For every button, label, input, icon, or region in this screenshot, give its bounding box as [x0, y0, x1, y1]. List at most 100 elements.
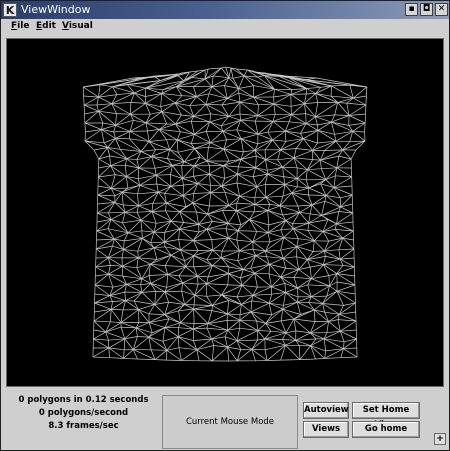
- mesh-edge: [221, 237, 229, 252]
- menu-edit[interactable]: Edit: [36, 21, 56, 31]
- mesh-edge: [140, 149, 156, 152]
- mesh-edge: [101, 129, 105, 143]
- mesh-edge: [147, 129, 160, 132]
- minimize-button[interactable]: ▪: [405, 3, 418, 16]
- mesh-edge: [236, 210, 255, 213]
- mesh-edge: [140, 284, 143, 293]
- mesh-edge: [135, 327, 150, 338]
- mesh-edge: [267, 130, 286, 133]
- mesh-edge: [105, 326, 122, 333]
- mesh-edge: [306, 159, 314, 170]
- mesh-edge: [293, 277, 312, 280]
- 3d-viewport[interactable]: [6, 38, 444, 387]
- mesh-edge: [206, 276, 209, 284]
- mesh-edge: [296, 302, 301, 315]
- mesh-edge: [256, 186, 267, 198]
- mesh-edge: [335, 175, 352, 178]
- mesh-edge: [100, 84, 113, 88]
- maximize-button[interactable]: ◘: [420, 3, 433, 16]
- mesh-edge: [252, 286, 272, 296]
- mesh-edge: [321, 206, 341, 216]
- mesh-edge: [175, 120, 192, 125]
- mesh-edge: [267, 224, 270, 233]
- mesh-edge: [150, 241, 165, 244]
- mesh-edge: [267, 166, 283, 175]
- mesh-edge: [95, 266, 109, 275]
- mesh-edge: [123, 338, 126, 350]
- menu-visual-label: isual: [68, 21, 93, 31]
- mesh-edge: [241, 295, 254, 305]
- mesh-edge: [285, 287, 298, 293]
- mesh-edge: [310, 345, 326, 352]
- go-home-button[interactable]: Go home: [352, 421, 420, 438]
- mesh-edge: [93, 320, 111, 323]
- menu-file[interactable]: File: [11, 21, 29, 31]
- mesh-edge: [298, 269, 312, 279]
- mesh-edge: [120, 309, 124, 323]
- mesh-edge: [323, 264, 344, 266]
- mesh-edge: [122, 222, 129, 233]
- mesh-edge: [210, 184, 222, 187]
- mouse-mode-panel: Current Mouse Mode: [162, 395, 298, 449]
- mesh-edge: [331, 84, 350, 87]
- mesh-edge: [145, 122, 148, 132]
- close-button[interactable]: ✕: [435, 3, 448, 16]
- mesh-edge: [296, 148, 313, 151]
- mesh-edge: [190, 134, 195, 144]
- mesh-edge: [120, 309, 139, 323]
- mesh-edge: [150, 254, 172, 265]
- mesh-edge: [137, 193, 139, 206]
- mesh-edge: [166, 195, 184, 204]
- mesh-edge: [312, 240, 315, 252]
- mesh-edge: [223, 165, 225, 179]
- mesh-edge: [272, 139, 281, 151]
- mesh-edge: [97, 188, 112, 196]
- mesh-edge: [98, 84, 101, 98]
- mesh-edge: [311, 295, 327, 298]
- mesh-edge: [105, 331, 125, 340]
- mesh-edge: [282, 184, 286, 197]
- corner-plus-button[interactable]: +: [434, 433, 446, 445]
- mesh-edge: [326, 321, 329, 333]
- mesh-edge: [92, 356, 110, 359]
- mesh-edge: [162, 327, 166, 342]
- set-home-view-button[interactable]: Set Home View: [352, 402, 420, 430]
- mesh-edge: [166, 350, 182, 361]
- mesh-edge: [165, 210, 180, 213]
- title-bar[interactable]: K ViewWindow ▪ ◘ ✕: [1, 1, 449, 19]
- mesh-edge: [158, 123, 167, 130]
- mesh-edge: [296, 240, 315, 247]
- mesh-edge: [119, 149, 128, 159]
- menu-visual[interactable]: Visual: [62, 21, 93, 31]
- mesh-edge: [148, 337, 152, 350]
- mesh-edge: [251, 339, 258, 350]
- mesh-edge: [84, 129, 102, 142]
- mesh-edge: [285, 292, 299, 298]
- mesh-edge: [340, 356, 358, 359]
- mesh-edge: [285, 220, 294, 229]
- mesh-edge: [159, 123, 176, 130]
- mesh-edge: [193, 228, 208, 241]
- views-button[interactable]: Views: [303, 421, 349, 438]
- mesh-edge: [176, 139, 179, 153]
- mesh-edge: [129, 138, 142, 152]
- mesh-edge: [161, 102, 176, 112]
- mesh-edge: [193, 192, 211, 194]
- mesh-edge: [221, 250, 240, 259]
- mesh-edge: [293, 157, 313, 160]
- autoview-button[interactable]: Autoview: [303, 402, 349, 419]
- mesh-edge: [256, 320, 259, 331]
- mesh-edge: [285, 344, 300, 347]
- mesh-edge: [274, 88, 291, 95]
- mesh-edge: [126, 283, 143, 293]
- mesh-edge: [140, 141, 150, 152]
- mesh-edge: [228, 269, 244, 274]
- mesh-edge: [192, 192, 211, 204]
- mesh-edge: [228, 115, 241, 121]
- mesh-edge: [280, 309, 284, 321]
- mesh-edge: [209, 165, 224, 175]
- mesh-edge: [193, 308, 209, 324]
- mesh-edge: [309, 267, 312, 279]
- app-k-icon[interactable]: K: [3, 3, 17, 17]
- mesh-edge: [321, 167, 337, 170]
